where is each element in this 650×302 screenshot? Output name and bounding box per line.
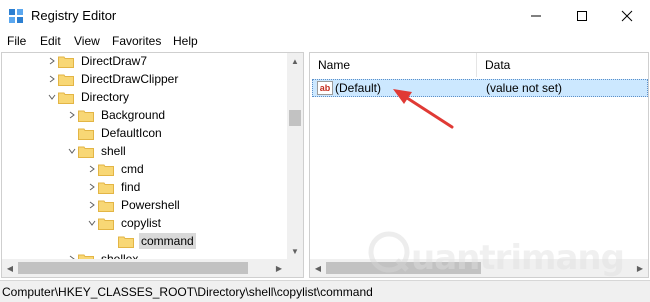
registry-icon: [9, 9, 23, 23]
tree-item-label: find: [121, 180, 141, 194]
tree-item-shell[interactable]: shell: [66, 142, 128, 160]
menu-favorites[interactable]: Favorites: [112, 34, 161, 48]
tree-item-directdraw7[interactable]: DirectDraw7: [46, 53, 149, 70]
tree-item-label: Background: [101, 108, 166, 122]
menu-help[interactable]: Help: [173, 34, 198, 48]
minimize-button[interactable]: [513, 0, 559, 32]
tree-item-label: command: [139, 233, 196, 249]
tree-item-defaulticon[interactable]: DefaultIcon: [66, 124, 164, 142]
folder-icon: [98, 199, 114, 212]
tree-item-label: Directory: [81, 90, 130, 104]
tree-item-label: DirectDrawClipper: [81, 72, 179, 86]
folder-icon: [98, 181, 114, 194]
watermark-text: uantrimang: [411, 238, 625, 278]
watermark-logo-icon: [368, 231, 410, 273]
menu-view[interactable]: View: [74, 34, 100, 48]
menu-edit[interactable]: Edit: [40, 34, 61, 48]
chevron-right-icon[interactable]: [86, 178, 98, 196]
string-value-icon: ab: [317, 81, 333, 95]
folder-icon: [58, 55, 74, 68]
chevron-down-icon[interactable]: [46, 88, 58, 106]
key-tree-pane[interactable]: DirectDraw7 DirectDrawClipper Directory Bac…: [1, 52, 304, 278]
tree-item-directory[interactable]: Directory: [46, 88, 131, 106]
tree-hscroll-thumb[interactable]: [18, 262, 248, 274]
tree-item-powershell[interactable]: Powershell: [86, 196, 182, 214]
folder-icon: [58, 73, 74, 86]
folder-icon: [78, 145, 94, 158]
tree-item-label: DefaultIcon: [101, 126, 162, 140]
close-icon: [621, 10, 633, 22]
tree-item-label: cmd: [121, 162, 144, 176]
folder-icon: [78, 127, 94, 140]
scroll-left-icon[interactable]: ◀: [310, 260, 326, 276]
maximize-icon: [577, 11, 587, 21]
folder-icon: [78, 109, 94, 122]
chevron-right-icon[interactable]: [66, 106, 78, 124]
tree-item-label: copylist: [121, 216, 162, 230]
value-data: (value not set): [486, 81, 563, 95]
folder-icon: [58, 91, 74, 104]
close-button[interactable]: [604, 0, 650, 32]
scroll-left-icon[interactable]: ◀: [2, 260, 18, 276]
folder-icon: [98, 163, 114, 176]
scroll-right-icon[interactable]: ▶: [632, 260, 648, 276]
maximize-button[interactable]: [559, 0, 605, 32]
value-name: (Default): [335, 81, 382, 95]
tree-item-label: shell: [101, 144, 126, 158]
tree-item-directdrawclipper[interactable]: DirectDrawClipper: [46, 70, 180, 88]
tree-item-label: DirectDraw7: [81, 54, 148, 68]
tree-vscroll-thumb[interactable]: [289, 110, 301, 126]
column-header-name[interactable]: Name: [310, 53, 477, 77]
folder-icon: [118, 235, 134, 248]
menu-bar: File Edit View Favorites Help: [0, 32, 650, 52]
scroll-up-icon[interactable]: ▲: [287, 53, 303, 69]
value-row-default[interactable]: ab (Default) (value not set): [312, 79, 648, 97]
chevron-right-icon[interactable]: [46, 70, 58, 88]
tree-item-command[interactable]: command: [106, 232, 196, 250]
chevron-right-icon[interactable]: [86, 196, 98, 214]
scroll-down-icon[interactable]: ▼: [287, 243, 303, 259]
title-bar: Registry Editor: [0, 0, 650, 32]
status-path: Computer\HKEY_CLASSES_ROOT\Directory\she…: [2, 285, 373, 299]
tree-vertical-scrollbar[interactable]: ▲ ▼: [287, 53, 303, 259]
tree-item-copylist[interactable]: copylist: [86, 214, 163, 232]
chevron-right-icon[interactable]: [86, 160, 98, 178]
tree-item-background[interactable]: Background: [66, 106, 167, 124]
minimize-icon: [531, 15, 541, 17]
tree-item-cmd[interactable]: cmd: [86, 160, 146, 178]
tree-horizontal-scrollbar[interactable]: ◀ ▶: [2, 259, 287, 277]
menu-file[interactable]: File: [7, 34, 26, 48]
column-header-data[interactable]: Data: [477, 53, 648, 77]
window-title: Registry Editor: [31, 8, 117, 23]
watermark: uantrimang: [367, 230, 627, 278]
folder-icon: [98, 217, 114, 230]
chevron-down-icon[interactable]: [66, 142, 78, 160]
tree-item-label: Powershell: [121, 198, 180, 212]
status-bar: Computer\HKEY_CLASSES_ROOT\Directory\she…: [0, 280, 650, 302]
chevron-right-icon[interactable]: [46, 53, 58, 70]
tree-item-find[interactable]: find: [86, 178, 142, 196]
scroll-corner: [287, 259, 303, 277]
scroll-right-icon[interactable]: ▶: [271, 260, 287, 276]
chevron-down-icon[interactable]: [86, 214, 98, 232]
